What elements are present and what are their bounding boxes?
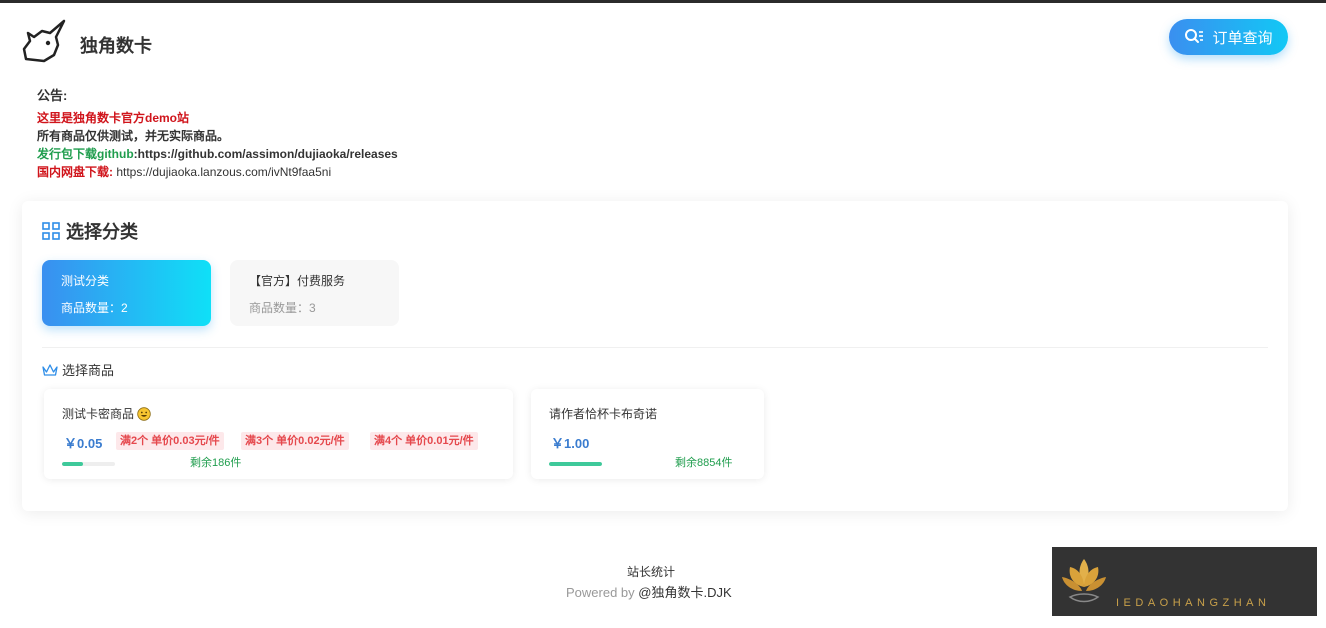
stock-progress-fill	[62, 462, 84, 466]
category-count: 商品数量：3	[249, 301, 316, 315]
notice-github-url: :https://github.com/assimon/dujiaoka/rel…	[133, 147, 398, 161]
notice-github-label: 发行包下载github	[37, 147, 134, 161]
goods-section-label: 选择商品	[62, 363, 115, 378]
notice-line-1: 这里是独角数卡官方demo站	[37, 111, 190, 125]
powered-brand-link[interactable]: @独角数卡.DJK	[638, 585, 731, 600]
lotus-icon	[1062, 559, 1106, 603]
notice-panel: 公告: 这里是独角数卡官方demo站 所有商品仅供测试，并无实际商品。 发行包下…	[37, 87, 398, 181]
goods-item-test-card[interactable]: 测试卡密商品 ￥0.05 满2个 单价0.03元/件 满3个 单价0.02元/件…	[44, 389, 513, 479]
search-list-icon	[1185, 29, 1204, 43]
powered-by: Powered by @独角数卡.DJK	[566, 582, 732, 601]
goods-item-coffee-card[interactable]: 请作者恰杯卡布奇诺 ￥1.00 剩余8854件	[531, 389, 764, 479]
notice-line-3: 发行包下载github:https://github.com/assimon/d…	[37, 145, 398, 163]
stock-progress-bar	[549, 462, 602, 466]
stock-progress-fill	[549, 462, 602, 466]
notice-pan-label: 国内网盘下载:	[37, 165, 113, 179]
goods-price: ￥1.00	[551, 436, 590, 451]
section-divider	[42, 347, 1268, 348]
site-name[interactable]: 独角数卡	[80, 32, 152, 58]
stock-text: 剩余186件	[190, 457, 242, 469]
wholesale-tag: 满3个 单价0.02元/件	[241, 432, 349, 450]
notice-title: 公告:	[37, 88, 68, 103]
order-query-label: 订单查询	[1212, 29, 1273, 47]
wholesale-tag: 满4个 单价0.01元/件	[370, 432, 478, 450]
powered-prefix: Powered by	[566, 585, 639, 600]
category-section-title: 选择分类	[42, 218, 138, 244]
goods-name: 测试卡密商品	[62, 405, 151, 422]
category-section-label: 选择分类	[66, 222, 138, 242]
unicorn-logo-icon[interactable]	[20, 19, 68, 63]
notice-line-4: 国内网盘下载: https://dujiaoka.lanzous.com/ivN…	[37, 163, 398, 181]
stock-progress-bar	[62, 462, 115, 466]
category-item-test[interactable]: 测试分类 商品数量：2	[42, 260, 211, 326]
crown-icon	[42, 363, 58, 376]
notice-line-2: 所有商品仅供测试，并无实际商品。	[37, 129, 230, 143]
stock-text: 剩余8854件	[675, 457, 733, 469]
header: 独角数卡 订单查询	[0, 3, 1326, 79]
order-query-button[interactable]: 订单查询	[1169, 19, 1288, 55]
category-item-official[interactable]: 【官方】付费服务 商品数量：3	[230, 260, 399, 326]
goods-name: 请作者恰杯卡布奇诺	[549, 407, 658, 421]
notice-pan-url: https://dujiaoka.lanzous.com/ivNt9faa5ni	[113, 165, 332, 179]
shop-card: 选择分类 测试分类 商品数量：2 【官方】付费服务 商品数量：3 选择商品 测试…	[22, 201, 1288, 511]
category-name: 【官方】付费服务	[249, 274, 346, 288]
goods-price: ￥0.05	[64, 436, 103, 451]
watermark-text: IEDAOHANGZHAN	[1116, 597, 1271, 609]
wholesale-tag: 满2个 单价0.03元/件	[116, 432, 224, 450]
watermark-logo: IEDAOHANGZHAN	[1052, 547, 1317, 616]
category-count: 商品数量：2	[61, 301, 128, 315]
grid-icon	[42, 222, 60, 240]
site-statistics-link[interactable]: 站长统计	[627, 563, 675, 580]
smiley-icon	[137, 406, 151, 421]
category-name: 测试分类	[61, 274, 110, 288]
goods-section-title: 选择商品	[42, 360, 114, 379]
